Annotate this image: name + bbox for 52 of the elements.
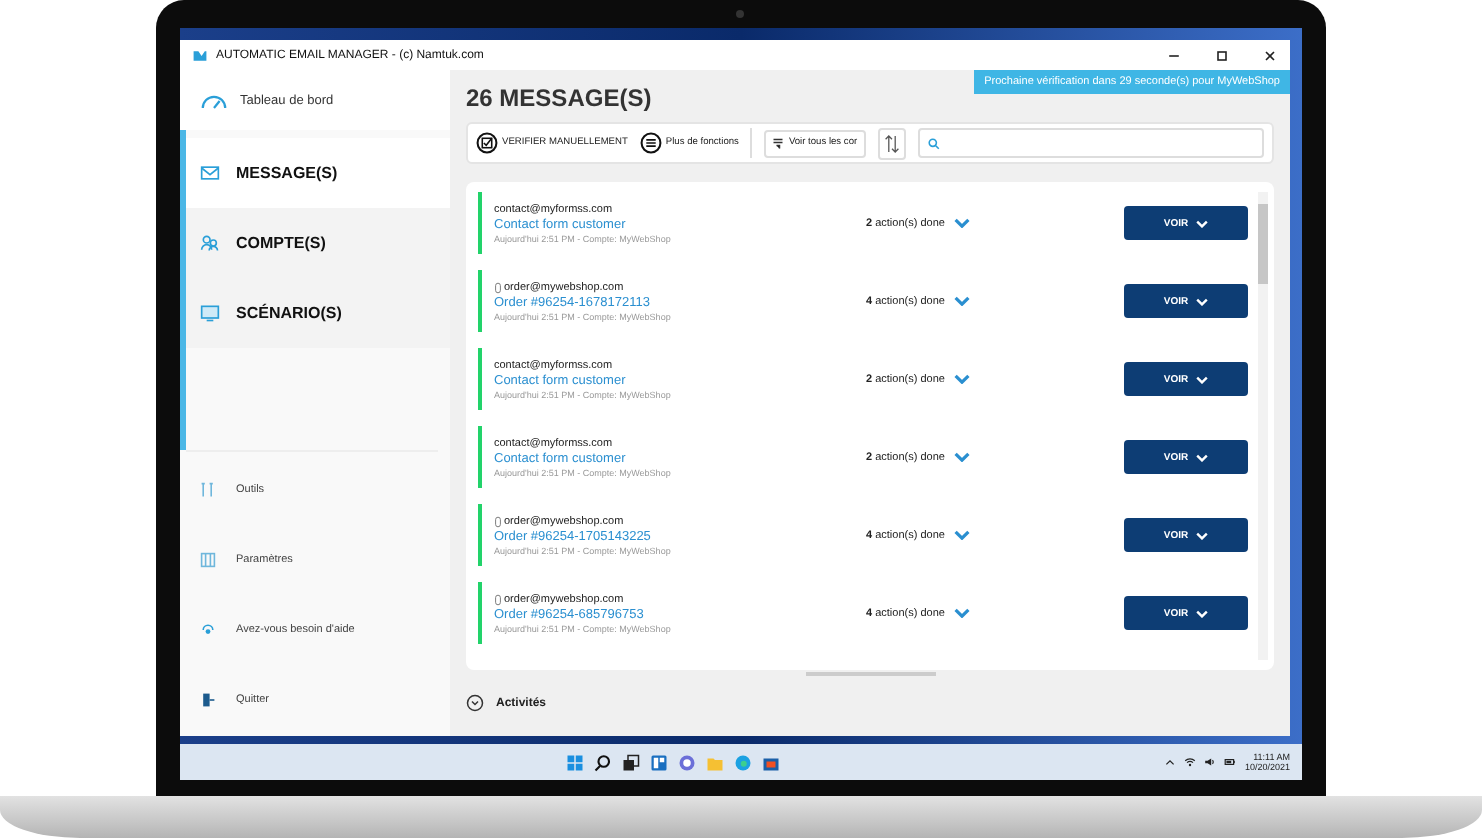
chat-icon[interactable] xyxy=(678,753,697,771)
nav-item[interactable]: SCÉNARIO(S) xyxy=(186,278,450,348)
search-icon[interactable] xyxy=(594,753,613,771)
chevron-down-icon[interactable] xyxy=(954,374,971,384)
chevron-down-icon[interactable] xyxy=(954,530,971,540)
caret-up-icon[interactable] xyxy=(1164,756,1177,768)
tools-icon xyxy=(200,481,216,497)
sort-button[interactable] xyxy=(877,127,906,159)
widgets-icon[interactable] xyxy=(650,753,669,771)
gauge-icon xyxy=(200,91,228,109)
scroll-thumb[interactable] xyxy=(805,672,935,676)
battery-icon[interactable] xyxy=(1224,756,1237,768)
nav-item[interactable]: COMPTE(S) xyxy=(186,208,450,278)
maximize-icon[interactable] xyxy=(1214,47,1230,63)
start-icon[interactable] xyxy=(566,753,585,771)
scrollbar[interactable] xyxy=(1258,192,1268,660)
wifi-icon[interactable] xyxy=(1184,756,1197,768)
chevron-down-icon xyxy=(1196,531,1209,539)
browser-icon[interactable] xyxy=(734,753,753,771)
filter-icon xyxy=(772,137,785,149)
chevron-down-icon[interactable] xyxy=(954,452,971,462)
envelope-icon xyxy=(200,164,220,182)
search-field[interactable] xyxy=(917,128,1264,158)
checkbox-icon xyxy=(476,132,498,154)
monitor-icon xyxy=(200,304,220,322)
chevron-down-icon[interactable] xyxy=(954,218,971,228)
chevron-circle-icon xyxy=(466,694,484,712)
sliders-icon xyxy=(200,551,216,567)
close-icon[interactable] xyxy=(1262,47,1278,63)
task-view-icon[interactable] xyxy=(622,753,641,771)
search-icon xyxy=(927,137,940,149)
list-icon xyxy=(639,132,662,154)
app-logo-icon xyxy=(192,47,208,63)
camera-dot xyxy=(736,10,744,18)
chevron-down-icon xyxy=(1196,609,1209,617)
chevron-down-icon xyxy=(1196,375,1209,383)
chevron-down-icon[interactable] xyxy=(954,296,971,306)
attachment-icon xyxy=(494,281,502,293)
chevron-down-icon[interactable] xyxy=(954,608,971,618)
users-icon xyxy=(200,234,220,252)
support-icon xyxy=(200,621,216,637)
nav-item[interactable]: MESSAGE(S) xyxy=(186,138,450,208)
page-title: 26 MESSAGE(S) xyxy=(466,84,652,112)
chevron-down-icon xyxy=(1196,453,1209,461)
chevron-down-icon xyxy=(1196,219,1209,227)
attachment-icon xyxy=(494,593,502,605)
sort-icon xyxy=(883,133,900,153)
door-icon xyxy=(200,691,216,707)
chevron-down-icon xyxy=(1196,297,1209,305)
store-icon[interactable] xyxy=(762,753,781,771)
speaker-icon[interactable] xyxy=(1204,756,1217,768)
attachment-icon xyxy=(494,515,502,527)
